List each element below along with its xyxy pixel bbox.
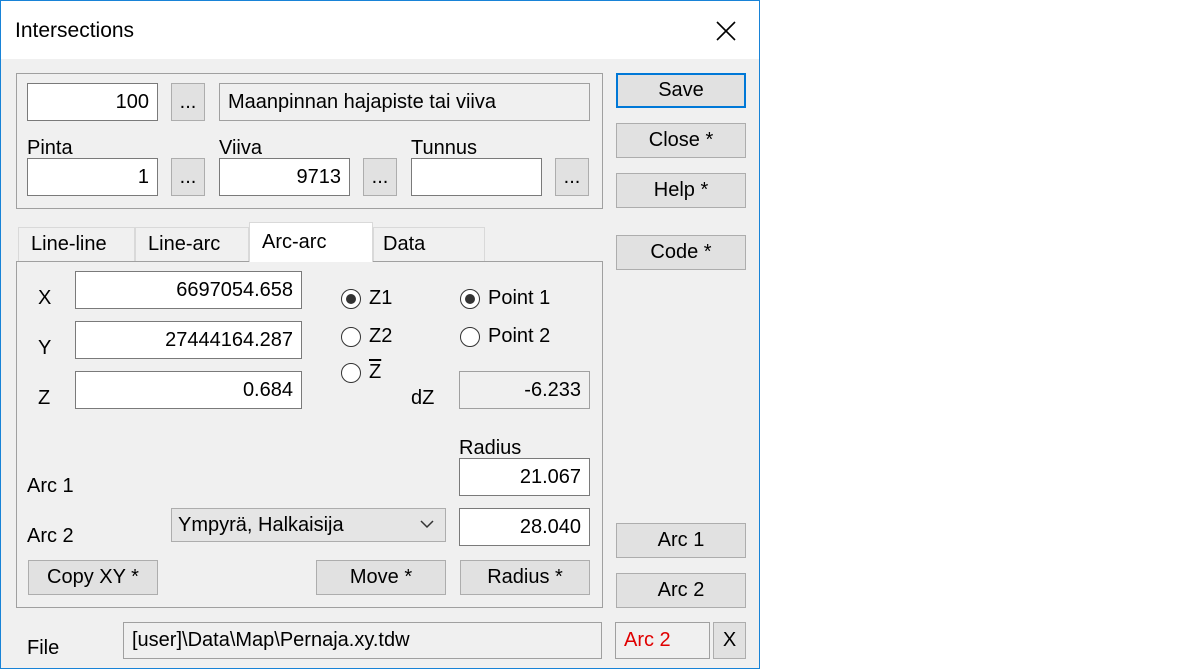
radio-z-mean[interactable]: Z	[341, 361, 381, 384]
pinta-label: Pinta	[27, 137, 73, 159]
z-input[interactable]: 0.684	[75, 371, 302, 409]
chevron-down-icon	[420, 520, 434, 529]
radio-circle	[341, 362, 361, 383]
radio-z1[interactable]: Z1	[341, 287, 392, 310]
tab-data[interactable]: Data	[373, 227, 485, 261]
radius-button[interactable]: Radius *	[460, 560, 590, 595]
file-label: File	[27, 637, 60, 659]
close-window-button[interactable]	[701, 9, 751, 53]
copy-xy-button[interactable]: Copy XY *	[28, 560, 158, 595]
radio-circle	[341, 326, 361, 347]
close-icon	[716, 21, 736, 41]
arc1-radius-input[interactable]: 21.067	[459, 458, 590, 496]
z-label: Z	[38, 387, 51, 409]
pinta-input[interactable]: 1	[27, 158, 158, 196]
intersections-dialog: Intersections 100 ... Maanpinnan hajapis…	[0, 0, 760, 669]
save-button[interactable]: Save	[616, 73, 746, 108]
arc2-button[interactable]: Arc 2	[616, 573, 746, 608]
dz-label: dZ	[411, 387, 435, 409]
move-button[interactable]: Move *	[316, 560, 446, 595]
code-input[interactable]: 100	[27, 83, 158, 121]
title-bar: Intersections	[1, 1, 759, 59]
close-button[interactable]: Close *	[616, 123, 746, 158]
code-browse-button[interactable]: ...	[171, 83, 205, 121]
y-label: Y	[38, 337, 52, 359]
arc1-button[interactable]: Arc 1	[616, 523, 746, 558]
arc2-radius-input[interactable]: 28.040	[459, 508, 590, 546]
viiva-label: Viiva	[219, 137, 262, 159]
viiva-browse-button[interactable]: ...	[363, 158, 397, 196]
window-title: Intersections	[15, 19, 135, 42]
code-description-field: Maanpinnan hajapiste tai viiva	[219, 83, 590, 121]
arc-arc-panel	[16, 261, 603, 608]
radio-z2[interactable]: Z2	[341, 325, 392, 348]
tunnus-input[interactable]	[411, 158, 542, 196]
status-field: Arc 2	[615, 622, 710, 659]
tab-line-arc[interactable]: Line-arc	[135, 227, 249, 261]
tunnus-browse-button[interactable]: ...	[555, 158, 589, 196]
radio-point-2[interactable]: Point 2	[460, 325, 550, 348]
radio-point-1[interactable]: Point 1	[460, 287, 550, 310]
code-button[interactable]: Code *	[616, 235, 746, 270]
tab-arc-arc[interactable]: Arc-arc	[249, 222, 373, 262]
pinta-browse-button[interactable]: ...	[171, 158, 205, 196]
arc2-label: Arc 2	[27, 525, 74, 547]
tunnus-label: Tunnus	[411, 137, 477, 159]
radio-circle	[460, 288, 480, 309]
viiva-input[interactable]: 9713	[219, 158, 350, 196]
arc1-label: Arc 1	[27, 475, 74, 497]
tab-line-line[interactable]: Line-line	[18, 227, 135, 261]
radio-circle	[341, 288, 361, 309]
radio-circle	[460, 326, 480, 347]
file-path-field: [user]\Data\Map\Pernaja.xy.tdw	[123, 622, 602, 659]
y-input[interactable]: 27444164.287	[75, 321, 302, 359]
arc2-type-select[interactable]: Ympyrä, Halkaisija	[171, 508, 446, 542]
clear-status-button[interactable]: X	[713, 622, 746, 659]
x-input[interactable]: 6697054.658	[75, 271, 302, 309]
help-button[interactable]: Help *	[616, 173, 746, 208]
dz-field: -6.233	[459, 371, 590, 409]
code-value: 100	[115, 90, 149, 113]
radius-label: Radius	[459, 437, 522, 459]
x-label: X	[38, 287, 52, 309]
